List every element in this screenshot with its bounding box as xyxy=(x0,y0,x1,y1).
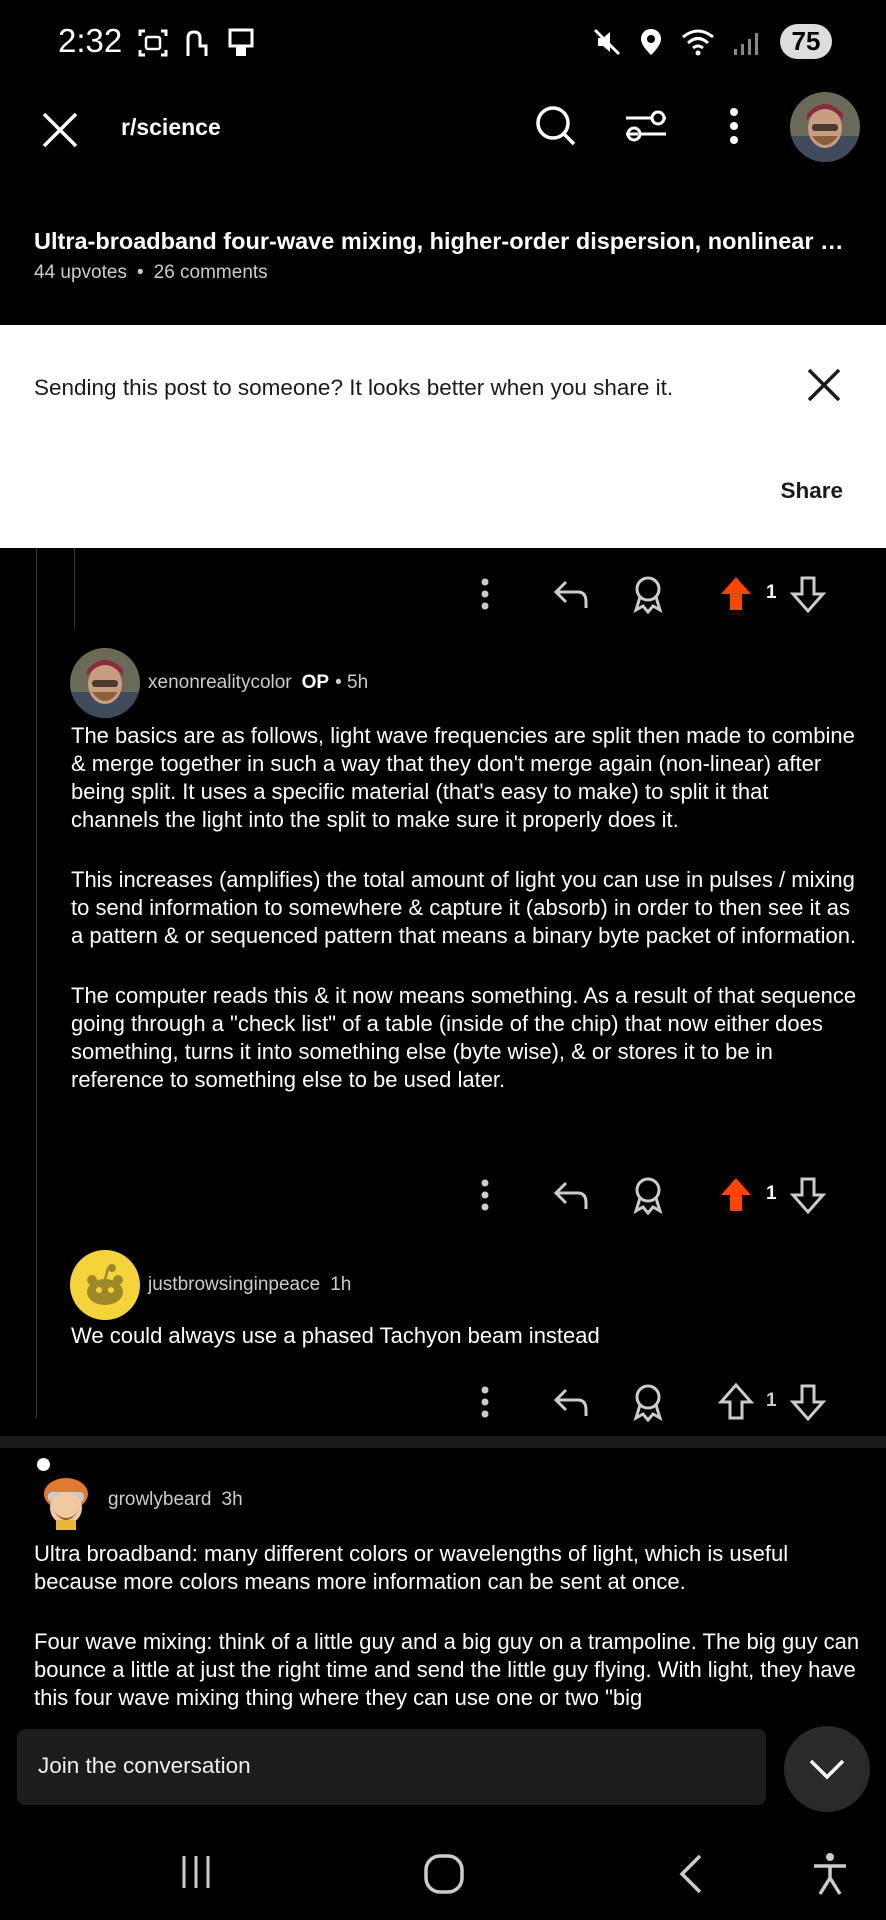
award-icon[interactable] xyxy=(630,574,666,614)
post-upvotes: 44 upvotes xyxy=(34,262,127,283)
reply-icon[interactable] xyxy=(552,1384,590,1420)
downvote-icon[interactable] xyxy=(790,1175,826,1215)
comment-header: justbrowsinginpeace 1h xyxy=(70,1250,351,1320)
share-button[interactable]: Share xyxy=(780,478,843,504)
post-title[interactable]: Ultra-broadband four-wave mixing, higher… xyxy=(34,228,854,255)
comment-age: 1h xyxy=(330,1274,352,1295)
comment-header: growlybeard 3h xyxy=(34,1468,243,1532)
upvote-icon[interactable] xyxy=(718,1382,754,1422)
comment-username[interactable]: xenonrealitycolor xyxy=(148,672,292,694)
comment-body: The basics are as follows, light wave fr… xyxy=(71,722,861,1126)
downvote-icon[interactable] xyxy=(790,1382,826,1422)
accessibility-icon[interactable] xyxy=(810,1852,850,1896)
more-options-icon[interactable] xyxy=(714,102,754,150)
upvote-icon[interactable] xyxy=(718,1175,754,1215)
comment-username[interactable]: justbrowsinginpeace xyxy=(148,1274,320,1296)
comment-body: Ultra broadband: many different colors o… xyxy=(34,1540,860,1710)
comment-paragraph: The basics are as follows, light wave fr… xyxy=(71,723,855,832)
thread-line xyxy=(36,548,37,1418)
chevron-down-icon xyxy=(809,1759,845,1780)
comment-paragraph: Ultra broadband: many different colors o… xyxy=(34,1541,789,1594)
more-options-icon[interactable] xyxy=(470,1177,500,1213)
reply-icon[interactable] xyxy=(552,1177,590,1213)
vote-count: 1 xyxy=(766,1183,777,1204)
comment-username[interactable]: growlybeard xyxy=(108,1489,212,1511)
more-options-icon[interactable] xyxy=(470,1384,500,1420)
device-icon xyxy=(228,28,254,56)
battery-indicator: 75 xyxy=(780,24,832,59)
dismiss-banner-icon[interactable] xyxy=(804,365,844,405)
comment-paragraph: The computer reads this & it now means s… xyxy=(71,983,857,1092)
sort-filter-icon[interactable] xyxy=(622,102,670,150)
avatar[interactable] xyxy=(34,1468,98,1532)
award-icon[interactable] xyxy=(630,1175,666,1215)
comment-actions: 1 xyxy=(0,572,886,622)
comment-age: 3h xyxy=(221,1489,243,1510)
op-badge: OP xyxy=(301,672,330,693)
comment-actions: 1 xyxy=(0,1380,886,1430)
vote-count: 1 xyxy=(766,582,777,603)
screenshot-icon xyxy=(138,29,168,57)
avatar[interactable] xyxy=(70,648,140,718)
post-meta: 44 upvotes • 26 comments xyxy=(34,262,268,283)
recent-apps-icon[interactable] xyxy=(178,1852,214,1892)
wifi-icon xyxy=(682,29,714,55)
subreddit-name[interactable]: r/science xyxy=(121,114,221,141)
upvote-icon[interactable] xyxy=(718,574,754,614)
composer-placeholder: Join the conversation xyxy=(38,1753,251,1778)
share-banner-message: Sending this post to someone? It looks b… xyxy=(34,375,674,400)
location-icon xyxy=(641,28,661,55)
user-avatar[interactable] xyxy=(790,92,860,162)
comment-header: xenonrealitycolor OP • 5h xyxy=(70,648,368,718)
search-icon[interactable] xyxy=(532,102,580,150)
comment-paragraph: This increases (amplifies) the total amo… xyxy=(71,867,857,948)
mute-icon xyxy=(593,28,621,55)
comment-composer-input[interactable]: Join the conversation xyxy=(17,1729,766,1805)
comment-paragraph: We could always use a phased Tachyon bea… xyxy=(71,1323,600,1348)
status-time: 2:32 xyxy=(58,22,123,59)
home-icon[interactable] xyxy=(422,1852,466,1896)
close-icon[interactable] xyxy=(38,108,82,152)
collapse-comments-button[interactable] xyxy=(784,1726,870,1812)
award-icon[interactable] xyxy=(630,1382,666,1422)
post-comment-count: 26 comments xyxy=(153,262,268,283)
comment-paragraph: Four wave mixing: think of a little guy … xyxy=(34,1629,860,1710)
more-options-icon[interactable] xyxy=(470,576,500,612)
reply-icon[interactable] xyxy=(552,576,590,612)
comment-actions: 1 xyxy=(0,1173,886,1223)
downvote-icon[interactable] xyxy=(790,574,826,614)
signal-icon xyxy=(734,32,758,55)
avatar[interactable] xyxy=(70,1250,140,1320)
top-app-bar: r/science xyxy=(0,90,886,170)
comment-divider xyxy=(0,1436,886,1448)
status-bar: 2:32 75 xyxy=(0,0,886,86)
tap-icon xyxy=(186,30,208,56)
comment-body: We could always use a phased Tachyon bea… xyxy=(71,1322,861,1382)
back-icon[interactable] xyxy=(676,1852,706,1896)
status-notification-icons xyxy=(136,26,258,60)
vote-count: 1 xyxy=(766,1390,777,1411)
comment-age: • 5h xyxy=(335,672,369,693)
system-navigation-bar xyxy=(0,1830,886,1920)
share-banner: Sending this post to someone? It looks b… xyxy=(0,325,886,548)
status-system-icons: 75 xyxy=(592,24,832,59)
